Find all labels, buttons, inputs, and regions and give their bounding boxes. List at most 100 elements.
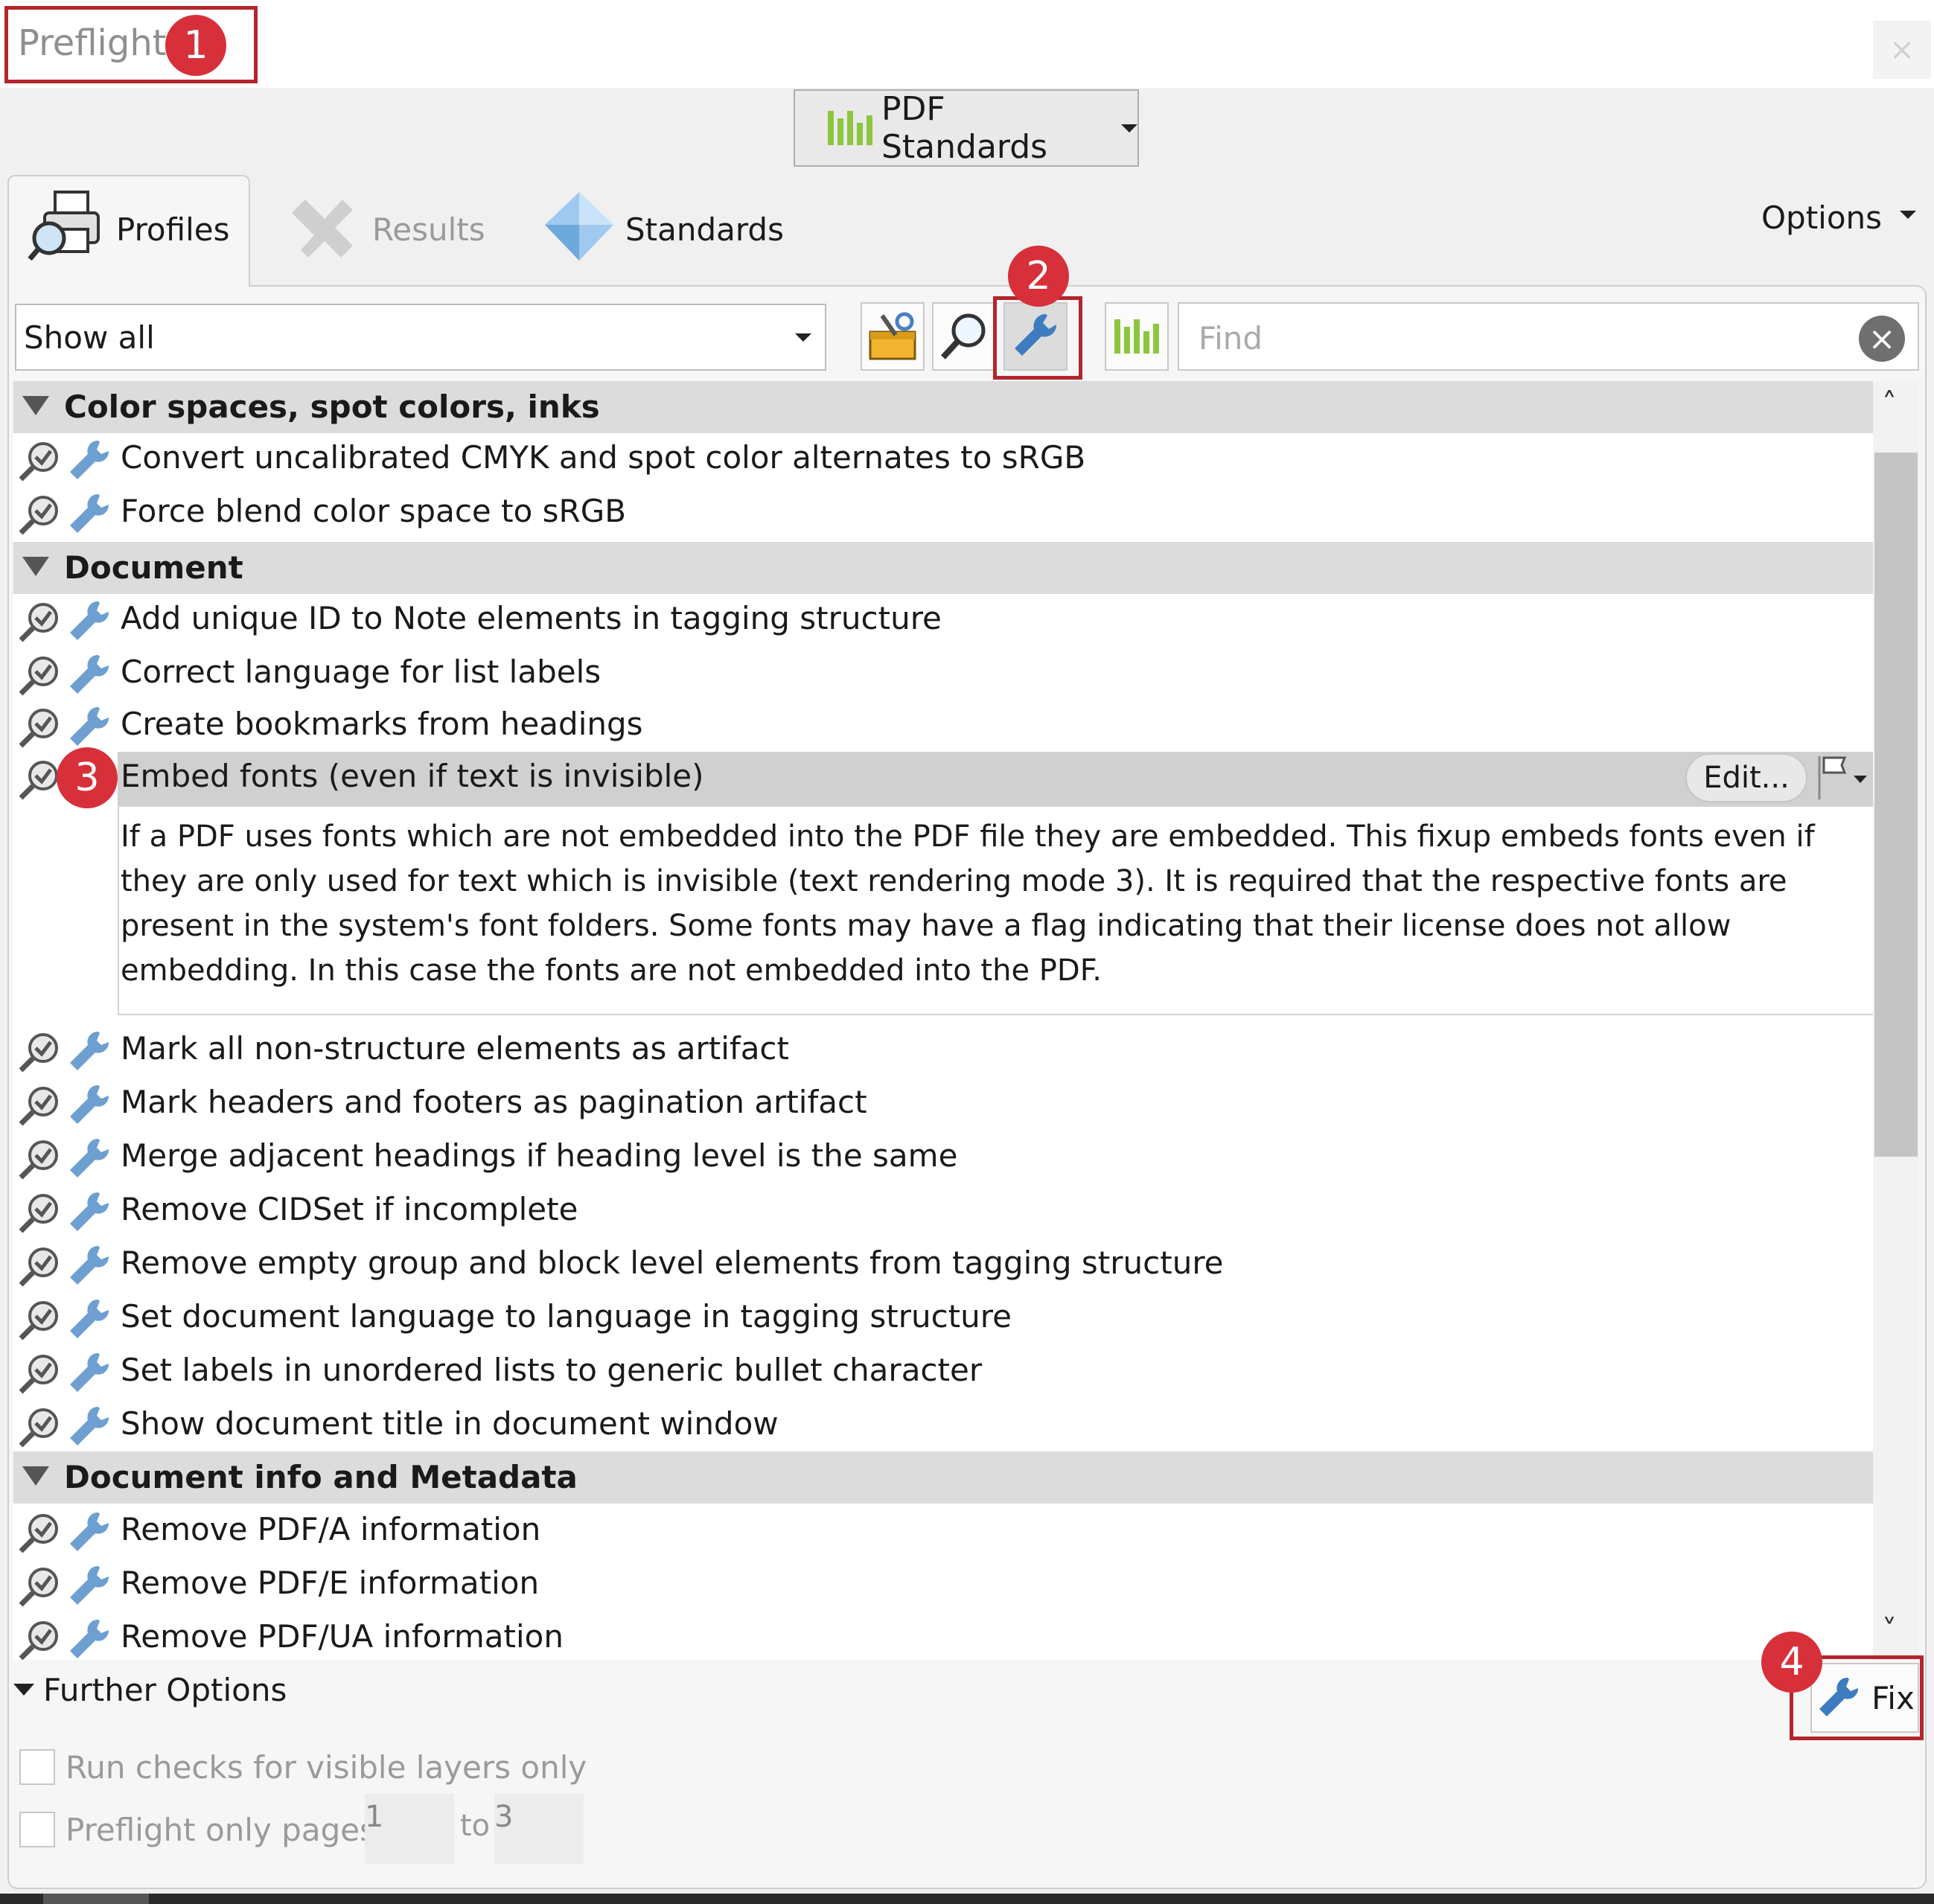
chevron-down-icon bbox=[1900, 211, 1916, 219]
check-magnifier-icon bbox=[19, 1140, 58, 1180]
filter-select-value: Show all bbox=[24, 319, 155, 356]
check-magnifier-icon bbox=[19, 1621, 58, 1660]
bottom-edge-segment bbox=[43, 1894, 149, 1904]
results-x-icon[interactable] bbox=[286, 191, 360, 262]
group-header-color-spaces[interactable]: Color spaces, spot colors, inks bbox=[13, 381, 1873, 433]
further-options-label[interactable]: Further Options bbox=[43, 1672, 287, 1708]
wrench-icon bbox=[70, 1352, 109, 1392]
list-item[interactable]: Mark all non-structure elements as artif… bbox=[13, 1024, 1873, 1078]
bottom-edge bbox=[0, 1894, 1934, 1904]
close-button[interactable]: × bbox=[1873, 21, 1931, 79]
check-magnifier-icon bbox=[19, 1087, 58, 1126]
list-item[interactable]: Remove CIDSet if incomplete bbox=[13, 1185, 1873, 1239]
check-magnifier-icon bbox=[19, 761, 58, 800]
scroll-down-icon[interactable]: ˅ bbox=[1882, 1614, 1897, 1648]
list-item[interactable]: Merge adjacent headings if heading level… bbox=[13, 1131, 1873, 1185]
to-page-value: 3 bbox=[494, 1800, 514, 1834]
chevron-down-icon bbox=[795, 333, 811, 342]
check-magnifier-icon bbox=[19, 603, 58, 642]
group-header-document[interactable]: Document bbox=[13, 542, 1873, 594]
list-item[interactable]: Remove PDF/A information bbox=[13, 1505, 1873, 1559]
list-item[interactable]: Remove PDF/E information bbox=[13, 1559, 1873, 1612]
wrench-icon bbox=[70, 1512, 109, 1551]
magnifier-icon bbox=[941, 313, 986, 360]
to-label: to bbox=[460, 1809, 491, 1843]
check-magnifier-icon bbox=[19, 1408, 58, 1448]
checks-filter-button[interactable] bbox=[932, 302, 996, 371]
check-magnifier-icon bbox=[19, 442, 58, 482]
from-page-value: 1 bbox=[365, 1800, 384, 1834]
list-item[interactable]: Add unique ID to Note elements in taggin… bbox=[13, 594, 1873, 648]
check-magnifier-icon bbox=[19, 1033, 58, 1073]
list-item[interactable]: Force blend color space to sRGB bbox=[13, 487, 1873, 540]
pdf-standards-dropdown[interactable]: PDF Standards bbox=[794, 89, 1139, 167]
find-placeholder: Find bbox=[1199, 320, 1263, 357]
filter-select[interactable]: Show all bbox=[15, 304, 826, 371]
visible-layers-label: Run checks for visible layers only bbox=[66, 1749, 587, 1786]
profiles-filter-button[interactable] bbox=[861, 302, 925, 371]
tab-profiles-label: Profiles bbox=[116, 211, 230, 248]
toolbox-icon bbox=[869, 312, 916, 360]
chevron-down-icon bbox=[1121, 124, 1137, 132]
bars-chart-icon bbox=[1114, 319, 1159, 354]
list-item[interactable]: Show document title in document window bbox=[13, 1399, 1873, 1453]
check-magnifier-icon bbox=[19, 1568, 58, 1607]
annotation-badge-4: 4 bbox=[1761, 1632, 1822, 1693]
scrollbar-thumb[interactable] bbox=[1874, 453, 1918, 1157]
edit-button[interactable]: Edit... bbox=[1685, 753, 1807, 802]
list-item[interactable]: Set labels in unordered lists to generic… bbox=[13, 1346, 1873, 1399]
visible-layers-checkbox[interactable] bbox=[19, 1749, 55, 1785]
list-item[interactable]: Correct language for list labels bbox=[13, 648, 1873, 701]
collapse-triangle-icon[interactable] bbox=[22, 1466, 49, 1486]
standards-filter-button[interactable] bbox=[1105, 302, 1169, 371]
wrench-icon bbox=[70, 706, 109, 746]
list-item[interactable]: Remove empty group and block level eleme… bbox=[13, 1239, 1873, 1292]
printer-magnifier-icon bbox=[28, 191, 100, 261]
pdf-standards-label: PDF Standards bbox=[881, 90, 1048, 166]
check-magnifier-icon bbox=[19, 709, 58, 748]
clear-search-icon[interactable]: × bbox=[1859, 316, 1905, 362]
wrench-icon bbox=[70, 1084, 109, 1124]
check-magnifier-icon bbox=[19, 1194, 58, 1233]
annotation-badge-2: 2 bbox=[1008, 246, 1069, 307]
check-magnifier-icon bbox=[19, 1355, 58, 1394]
list-item[interactable]: Create bookmarks from headings bbox=[13, 700, 1873, 753]
collapse-triangle-icon[interactable] bbox=[22, 396, 49, 415]
annotation-badge-3: 3 bbox=[57, 747, 118, 808]
wrench-icon bbox=[70, 1031, 109, 1070]
description-text: If a PDF uses fonts which are not embedd… bbox=[121, 820, 1815, 988]
collapse-triangle-icon[interactable] bbox=[22, 557, 49, 576]
preflight-pages-checkbox[interactable] bbox=[19, 1812, 55, 1847]
wrench-icon bbox=[70, 654, 109, 694]
check-magnifier-icon bbox=[19, 1247, 58, 1287]
list-item[interactable]: Mark headers and footers as pagination a… bbox=[13, 1078, 1873, 1131]
wrench-icon bbox=[70, 601, 109, 640]
check-magnifier-icon bbox=[19, 496, 58, 535]
tab-standards-label[interactable]: Standards bbox=[625, 211, 784, 248]
selected-item-label: Embed fonts (even if text is invisible) bbox=[121, 758, 704, 794]
fixup-list: Color spaces, spot colors, inks Convert … bbox=[13, 381, 1873, 1660]
check-magnifier-icon bbox=[19, 1514, 58, 1553]
wrench-icon bbox=[70, 1565, 109, 1605]
wrench-icon bbox=[70, 1245, 109, 1285]
wrench-icon bbox=[70, 1619, 109, 1658]
tab-results-label[interactable]: Results bbox=[372, 211, 485, 248]
wrench-icon bbox=[70, 440, 109, 479]
list-item[interactable]: Convert uncalibrated CMYK and spot color… bbox=[13, 433, 1873, 487]
find-input[interactable] bbox=[1178, 302, 1919, 371]
wrench-icon bbox=[70, 493, 109, 533]
options-menu[interactable]: Options bbox=[1761, 199, 1882, 236]
group-header-document-info[interactable]: Document info and Metadata bbox=[13, 1451, 1873, 1504]
wrench-icon bbox=[70, 1299, 109, 1338]
list-item[interactable]: Set document language to language in tag… bbox=[13, 1292, 1873, 1346]
check-magnifier-icon bbox=[19, 657, 58, 696]
flag-dropdown-icon[interactable] bbox=[1815, 753, 1873, 802]
list-item[interactable]: Remove PDF/UA information bbox=[13, 1612, 1873, 1660]
wrench-icon bbox=[70, 1192, 109, 1231]
further-options-toggle-icon[interactable] bbox=[13, 1684, 34, 1696]
annotation-badge-1: 1 bbox=[165, 15, 226, 76]
bars-chart-icon bbox=[828, 111, 872, 145]
diamond-icon[interactable] bbox=[542, 189, 616, 263]
scroll-up-icon[interactable]: ˄ bbox=[1882, 387, 1897, 421]
preflight-pages-label: Preflight only pages bbox=[66, 1812, 376, 1848]
